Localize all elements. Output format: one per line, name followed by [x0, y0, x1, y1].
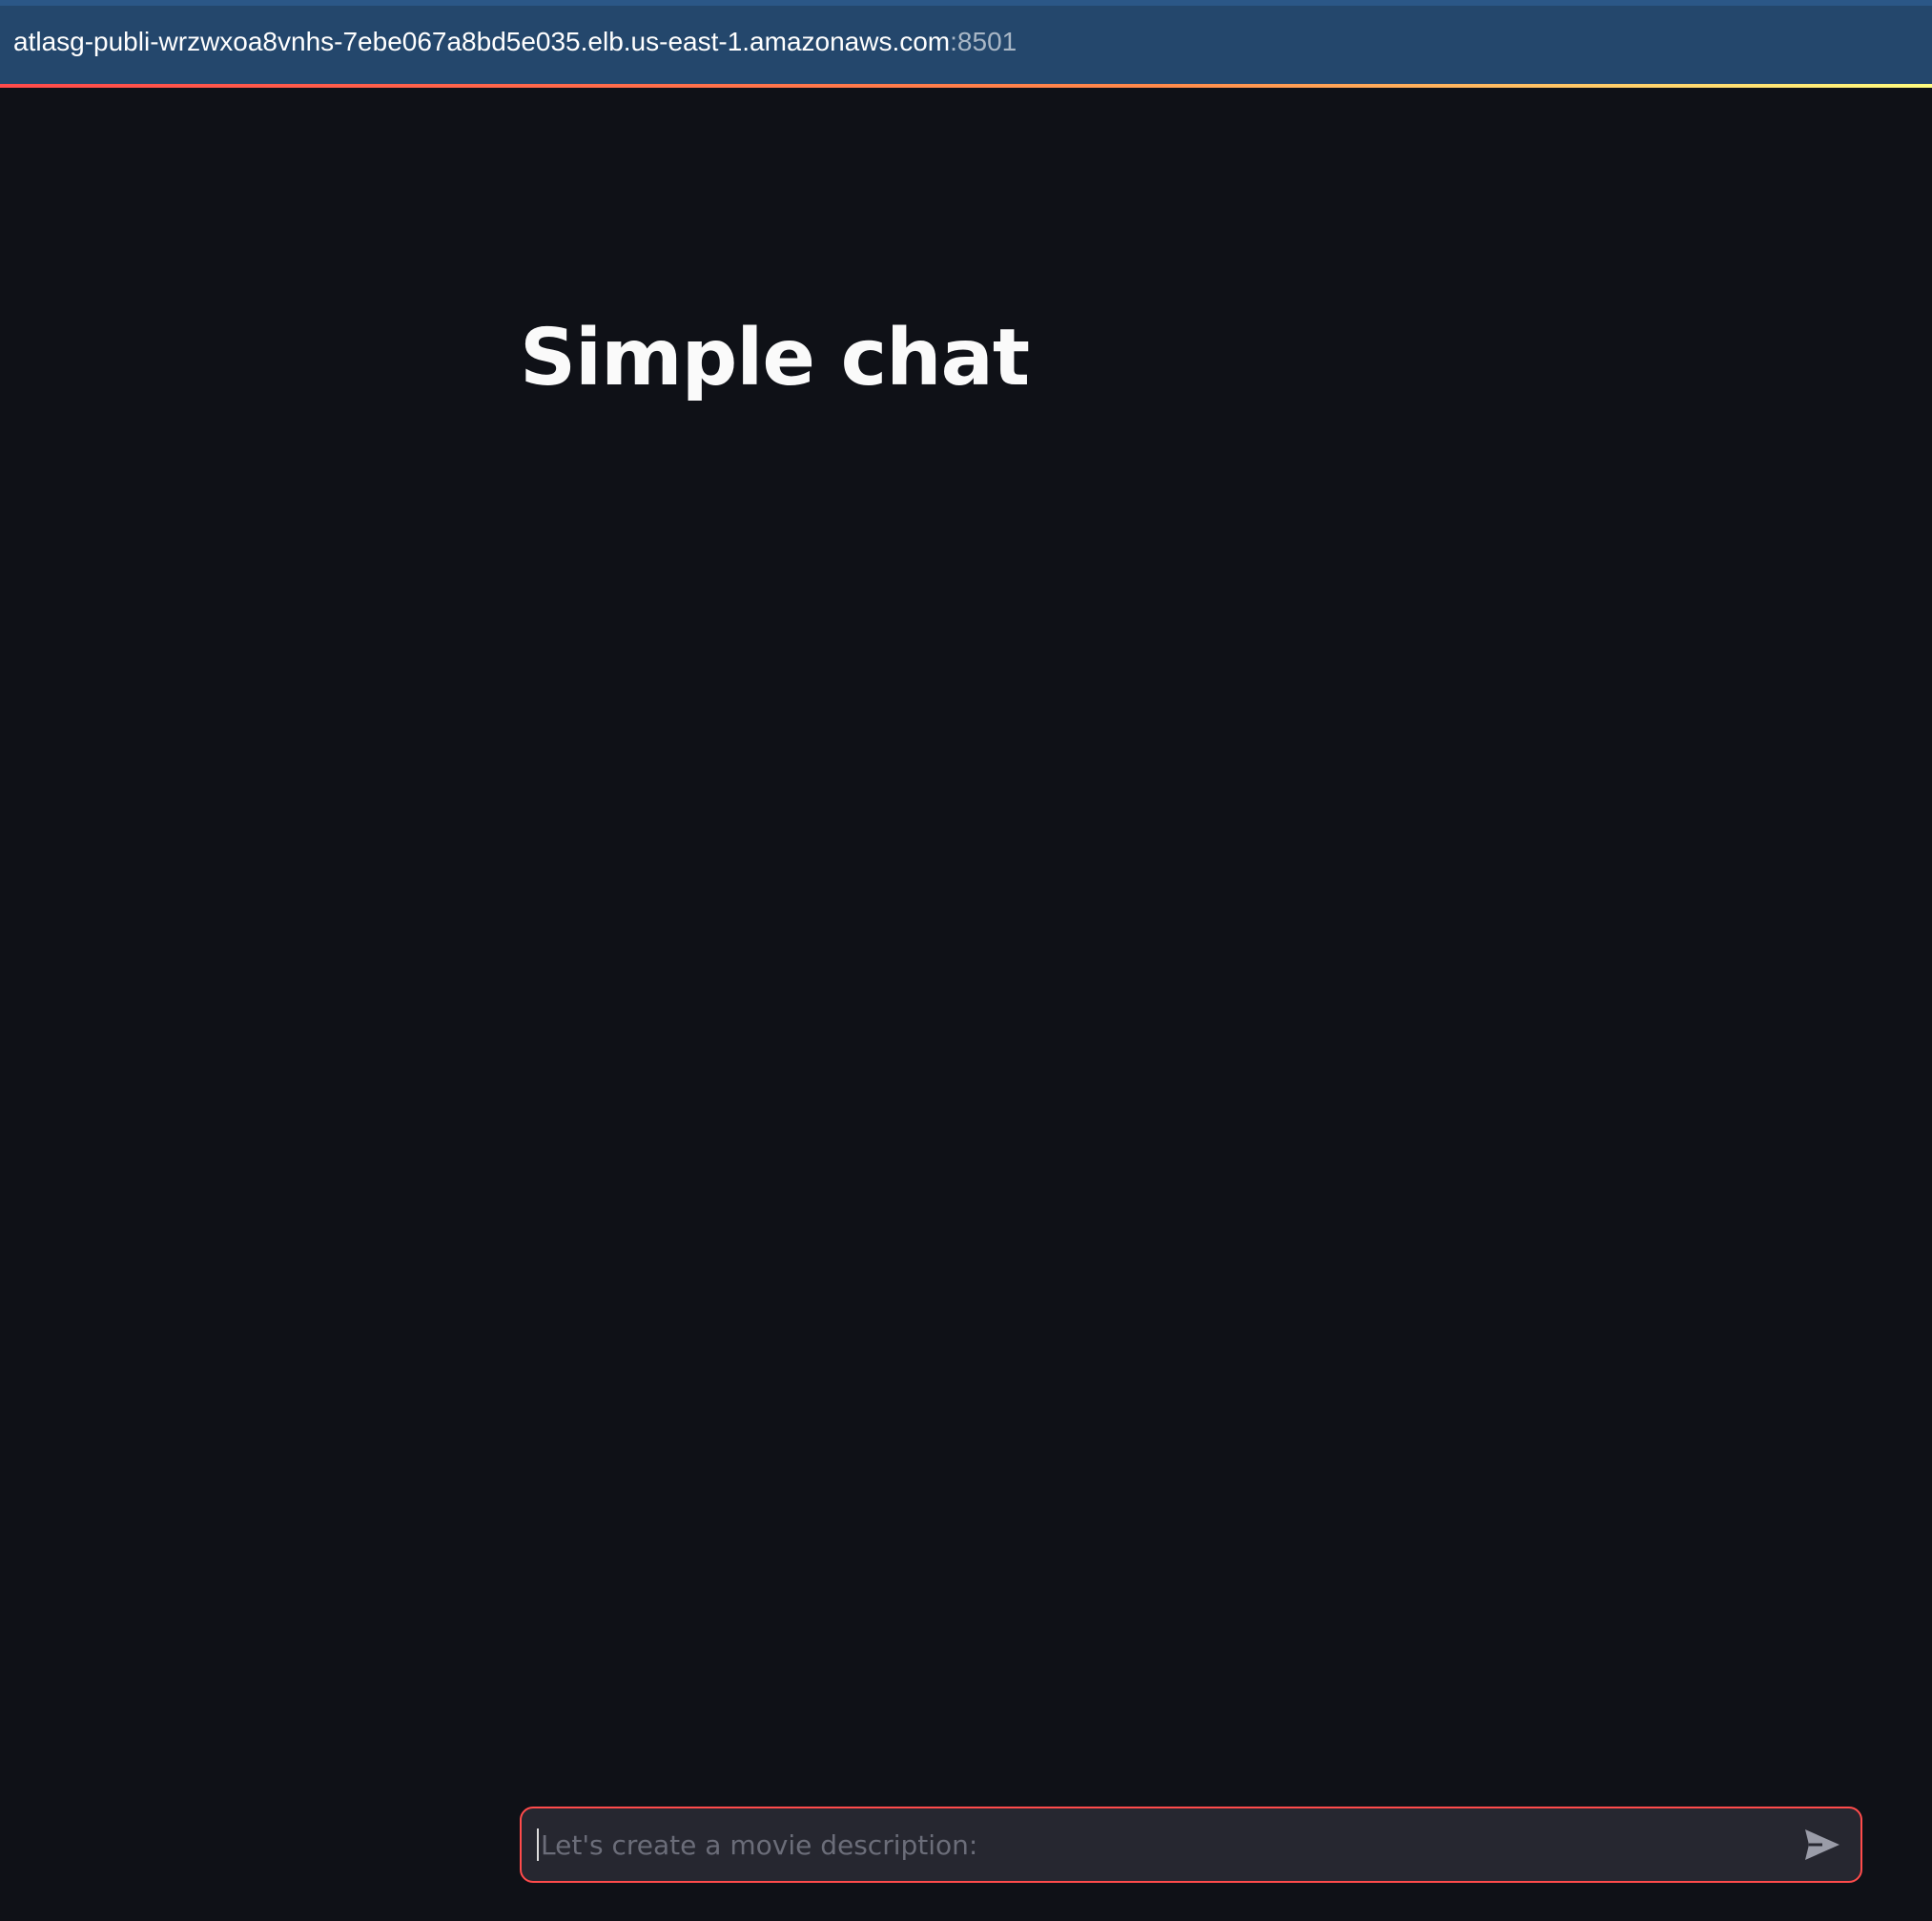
- chat-input-container: [520, 1807, 1862, 1883]
- send-icon: [1805, 1829, 1840, 1860]
- main-content: Simple chat: [0, 88, 1932, 1921]
- send-button[interactable]: [1801, 1824, 1843, 1866]
- page-title: Simple chat: [520, 313, 1030, 403]
- url-host: atlasg-publi-wrzwxoa8vnhs-7ebe067a8bd5e0…: [13, 27, 951, 56]
- url-port: :8501: [950, 27, 1017, 56]
- url-text[interactable]: atlasg-publi-wrzwxoa8vnhs-7ebe067a8bd5e0…: [13, 25, 1017, 59]
- address-bar[interactable]: atlasg-publi-wrzwxoa8vnhs-7ebe067a8bd5e0…: [0, 0, 1932, 84]
- chat-input[interactable]: [537, 1828, 1777, 1861]
